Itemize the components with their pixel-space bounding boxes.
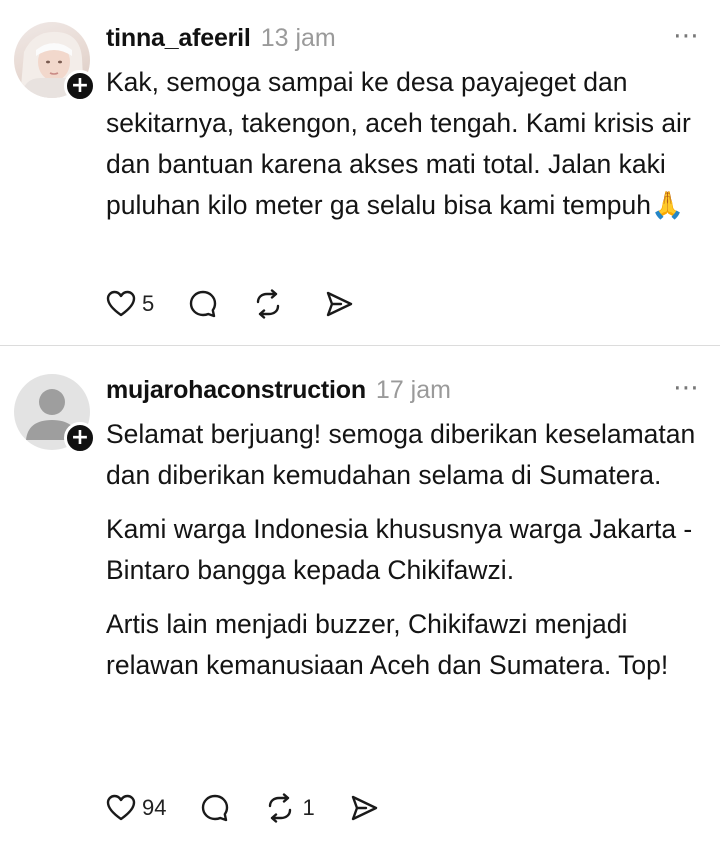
follow-plus-icon[interactable]: + <box>64 70 96 102</box>
username[interactable]: tinna_afeeril <box>106 24 251 53</box>
share-button[interactable] <box>324 289 354 319</box>
repost-button[interactable] <box>252 289 290 319</box>
more-options-icon[interactable]: ⋯ <box>673 20 700 51</box>
comment-text: Kak, semoga sampai ke desa payajeget dan… <box>106 62 702 239</box>
reply-button[interactable] <box>188 289 218 319</box>
comment-paragraph: Kak, semoga sampai ke desa payajeget dan… <box>106 67 691 220</box>
repost-count: 1 <box>302 795 315 820</box>
comment-header: mujarohaconstruction 17 jam ⋯ <box>106 372 700 408</box>
comment-paragraph: Kami warga Indonesia khususnya warga Jak… <box>106 514 693 585</box>
like-button[interactable]: 5 <box>106 290 154 318</box>
follow-plus-icon[interactable]: + <box>64 422 96 454</box>
like-count: 5 <box>142 291 155 316</box>
send-icon <box>327 291 353 317</box>
share-button[interactable] <box>349 793 379 823</box>
like-button[interactable]: 94 <box>106 794 166 822</box>
send-icon <box>351 795 377 821</box>
comment-paragraph: Artis lain menjadi buzzer, Chikifawzi me… <box>106 609 669 680</box>
comment-paragraph: Selamat berjuang! semoga diberikan kesel… <box>106 419 696 490</box>
repost-button[interactable]: 1 <box>264 793 315 823</box>
more-options-icon[interactable]: ⋯ <box>673 372 700 403</box>
comment-2: + mujarohaconstruction 17 jam ⋯ Selamat … <box>0 346 720 846</box>
repost-icon <box>269 793 292 823</box>
heart-icon <box>106 794 136 821</box>
action-bar: 5 <box>106 286 388 322</box>
comment-header: tinna_afeeril 13 jam ⋯ <box>106 20 700 56</box>
repost-icon <box>257 289 280 319</box>
username[interactable]: mujarohaconstruction <box>106 376 366 405</box>
avatar[interactable]: + <box>14 374 96 454</box>
heart-icon <box>106 290 136 317</box>
comment-icon <box>202 794 229 822</box>
action-bar: 94 1 <box>106 790 413 826</box>
comment-icon <box>190 290 217 318</box>
avatar[interactable]: + <box>14 22 96 102</box>
reply-button[interactable] <box>200 793 230 823</box>
like-count: 94 <box>142 795 167 820</box>
comment-1: + tinna_afeeril 13 jam ⋯ Kak, semoga sam… <box>0 0 720 346</box>
timestamp: 13 jam <box>260 23 336 52</box>
timestamp: 17 jam <box>375 375 451 404</box>
comment-text: Selamat berjuang! semoga diberikan kesel… <box>106 414 702 699</box>
